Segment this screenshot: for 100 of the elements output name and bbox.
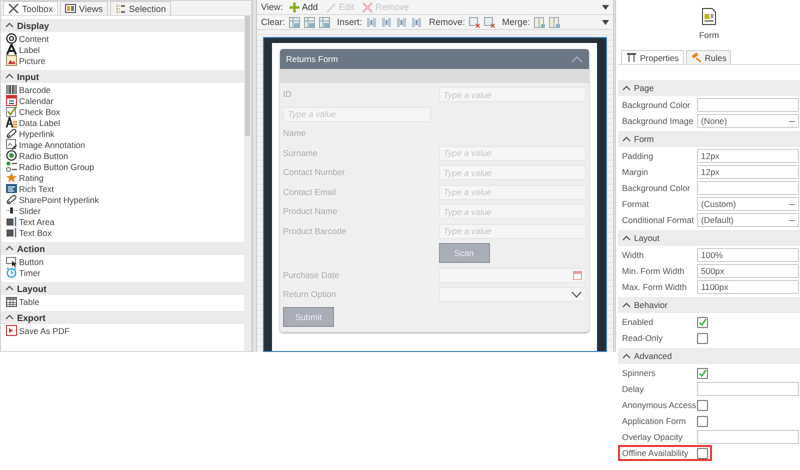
property-field[interactable]	[697, 430, 799, 444]
section-title: Advanced	[634, 351, 672, 361]
panel-tab[interactable]: Selection	[110, 1, 171, 15]
toolbox-item[interactable]: Picture	[1, 55, 244, 66]
property-field[interactable]	[697, 181, 799, 195]
toolbox-item[interactable]: Hyperlink	[1, 128, 244, 139]
grid-remove-icon[interactable]	[469, 16, 480, 28]
form-document-icon	[702, 8, 716, 25]
field-label: Contact Number	[283, 166, 346, 177]
toolbox-item[interactable]: Label	[1, 44, 244, 55]
section-header[interactable]: Export	[1, 311, 244, 324]
panel-tab[interactable]: Properties	[621, 50, 684, 64]
section-title: Input	[17, 72, 39, 82]
property-field[interactable]: (None)	[697, 114, 799, 128]
toolbox-item[interactable]: Slider	[1, 205, 244, 216]
cross-icon	[362, 2, 374, 12]
letter-a-icon	[6, 44, 17, 55]
toolbar-button[interactable]: Add	[286, 0, 320, 14]
checkbox[interactable]	[697, 400, 708, 410]
toolbox-item[interactable]: Calendar	[1, 95, 244, 106]
check-icon	[698, 368, 707, 378]
toolbox-item[interactable]: SharePoint Hyperlink	[1, 194, 244, 205]
property-label: Width	[622, 250, 645, 260]
toolbar-label: Merge:	[502, 17, 530, 27]
pdf-icon	[6, 325, 17, 336]
section-header[interactable]: Layout	[1, 282, 244, 295]
checkbox[interactable]	[697, 448, 708, 458]
grid-remove-icon[interactable]	[484, 16, 496, 28]
checkbox[interactable]	[697, 416, 708, 426]
toolbox-item[interactable]: Barcode	[1, 84, 244, 95]
toolbox-item[interactable]: Radio Button Group	[1, 161, 244, 172]
property-field[interactable]: 500px	[697, 264, 799, 278]
star-icon	[6, 172, 17, 183]
property-field[interactable]: 12px	[697, 149, 799, 163]
scrollbar[interactable]	[244, 16, 251, 351]
toolbox-item[interactable]: Radio Button	[1, 150, 244, 161]
property-field[interactable]: 1100px	[697, 280, 799, 294]
grid-eraser-icon[interactable]	[289, 16, 300, 28]
toolbox-item[interactable]: Text Area	[1, 216, 244, 227]
field-label: Product Barcode	[283, 224, 348, 236]
checkbox[interactable]	[697, 316, 708, 328]
chevron-down-icon[interactable]	[571, 291, 582, 298]
toolbox-item[interactable]: Check Box	[1, 106, 244, 117]
toolbox-item[interactable]: Button	[1, 256, 244, 267]
grid-eraser-icon[interactable]	[319, 16, 330, 28]
form-header[interactable]: Returns Form	[280, 49, 589, 69]
section-header[interactable]: Behavior	[618, 297, 800, 313]
dropdown-arrow-icon[interactable]	[602, 20, 609, 24]
section-header[interactable]: Layout	[618, 230, 800, 246]
property-label: Format	[622, 199, 650, 209]
toolbox-item[interactable]: Data Label	[1, 117, 244, 128]
grid-eraser-icon[interactable]	[304, 16, 316, 28]
property-field[interactable]	[697, 382, 799, 396]
section-header[interactable]: Display	[1, 19, 244, 32]
dropdown-arrow-icon[interactable]	[602, 4, 609, 10]
table-icon	[6, 296, 17, 307]
property-field[interactable]: (Custom)	[697, 197, 799, 211]
toolbox-item[interactable]: Save As PDF	[1, 325, 244, 336]
toolbox-item[interactable]: Rating	[1, 172, 244, 183]
dropdown-field[interactable]	[438, 287, 586, 302]
toolbox-item[interactable]: Text Box	[1, 227, 244, 238]
rich-text-icon	[6, 183, 17, 194]
pencil-icon	[326, 2, 337, 12]
calendar-icon[interactable]	[573, 270, 582, 280]
chevron-up-icon[interactable]	[571, 56, 583, 62]
property-field[interactable]	[697, 98, 799, 112]
property-field[interactable]: 12px	[697, 165, 799, 179]
cells-merge-icon[interactable]	[534, 16, 546, 28]
column-insert-icon[interactable]	[411, 16, 422, 28]
toolbox-item[interactable]: Content	[1, 33, 244, 44]
panel-tab[interactable]: Views	[60, 1, 108, 15]
section-title: Page	[634, 83, 654, 93]
toolbox-item[interactable]: Table	[1, 296, 244, 307]
toolbox-item[interactable]: Image Annotation	[1, 139, 244, 150]
toolbox-item[interactable]: Timer	[1, 267, 244, 278]
section-header[interactable]: Page	[618, 80, 800, 96]
checkbox[interactable]	[697, 368, 708, 378]
toolbox-item[interactable]: Rich Text	[1, 183, 244, 194]
caret-up-icon	[622, 84, 631, 92]
checkbox[interactable]	[697, 332, 708, 344]
panel-tab[interactable]: Toolbox	[3, 1, 58, 15]
date-field[interactable]	[438, 268, 586, 282]
tree-icon	[114, 3, 126, 14]
section-header[interactable]: Advanced	[618, 348, 800, 364]
section-header[interactable]: Form	[618, 131, 800, 147]
button-cursor-icon	[6, 256, 17, 267]
panel-tab[interactable]: Rules	[686, 50, 732, 64]
property-field[interactable]: (Default)	[697, 213, 799, 227]
column-insert-icon[interactable]	[381, 16, 392, 28]
section-header[interactable]: Action	[1, 242, 244, 255]
caret-up-icon	[622, 300, 631, 310]
property-field[interactable]: 100%	[697, 248, 799, 262]
cells-merge-icon[interactable]	[549, 16, 560, 28]
field-label: Return Option	[283, 288, 337, 299]
property-label: Enabled	[622, 317, 654, 327]
field-label: Purchase Date	[283, 268, 340, 280]
link-icon	[6, 194, 17, 205]
column-insert-icon[interactable]	[396, 16, 408, 28]
column-insert-icon[interactable]	[366, 16, 378, 28]
section-header[interactable]: Input	[1, 70, 244, 83]
